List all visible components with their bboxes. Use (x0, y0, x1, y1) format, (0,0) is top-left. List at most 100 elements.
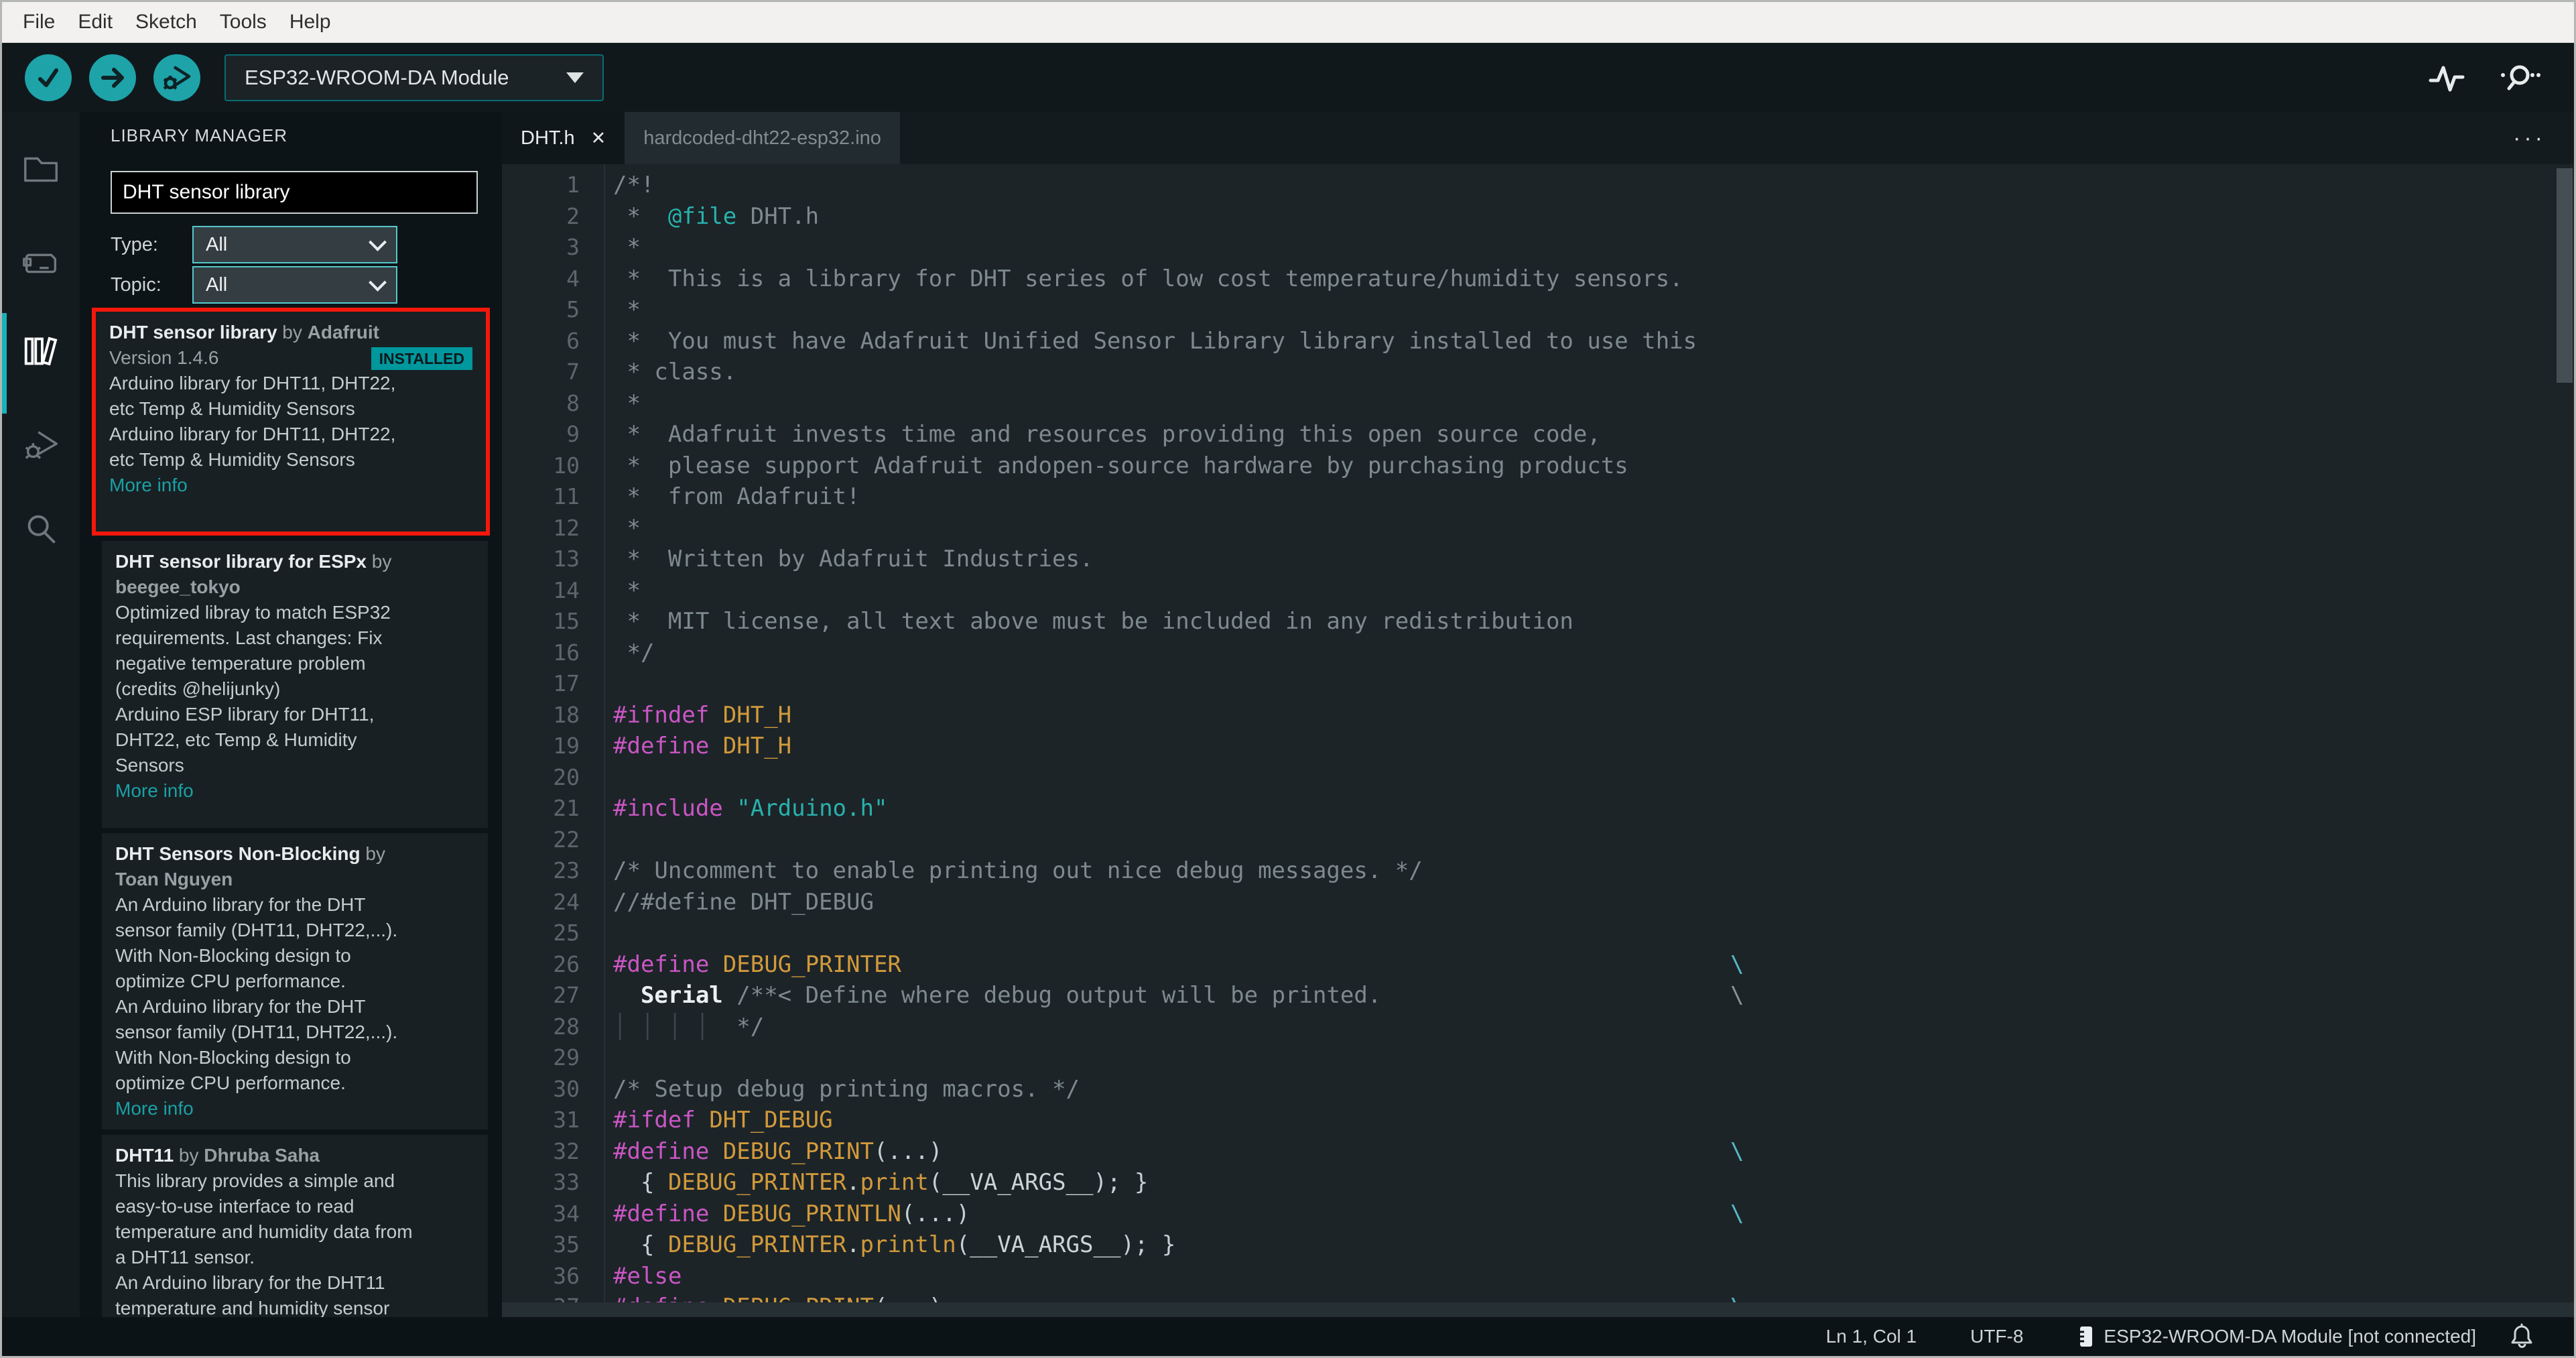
code-line[interactable]: * This is a library for DHT series of lo… (613, 263, 2554, 295)
library-description-line: etc Temp & Humidity Sensors (109, 398, 355, 419)
line-number: 25 (553, 920, 580, 946)
code-line[interactable]: * from Adafruit! (613, 481, 2554, 513)
vertical-scrollbar-thumb[interactable] (2557, 168, 2573, 383)
code-line[interactable] (613, 824, 2554, 856)
code-line[interactable]: * (613, 388, 2554, 420)
panel-title: LIBRARY MANAGER (111, 125, 288, 145)
line-number: 19 (553, 733, 580, 759)
code-line[interactable]: { DEBUG_PRINTER.println(__VA_ARGS__); } (613, 1229, 2554, 1261)
line-number: 12 (553, 514, 580, 541)
library-search-input[interactable]: DHT sensor library (111, 171, 478, 214)
library-entry[interactable]: DHT11 by Dhruba Saha This library provide… (102, 1135, 488, 1317)
library-description-line: Sensors (115, 755, 184, 776)
code-line[interactable]: //#define DHT_DEBUG (613, 887, 2554, 918)
type-filter-value: All (206, 233, 228, 255)
library-entry[interactable]: DHT sensor library by Adafruit Version 1.… (96, 312, 486, 532)
debug-icon (161, 62, 193, 94)
menu-item-help[interactable]: Help (278, 11, 342, 34)
code-line[interactable]: * Written by Adafruit Industries. (613, 544, 2554, 575)
line-number: 33 (553, 1169, 580, 1195)
code-area[interactable]: 1 2 3 4 5 6 7 8 9 10 11 12 13 14 15 16 17 18 19 20 21 22 23 24 2… (502, 164, 2574, 1302)
code-line[interactable]: /*! (613, 170, 2554, 201)
code-line[interactable]: Serial /**< Define where debug output wi… (613, 980, 2554, 1011)
sidebar-item-boards-manager[interactable] (2, 226, 80, 300)
by-label: by (367, 551, 392, 572)
code-line[interactable]: */ (613, 637, 2554, 669)
more-info-link[interactable]: More info (115, 1096, 474, 1121)
code-line[interactable]: * (613, 575, 2554, 607)
code-line[interactable]: * @file DHT.h (613, 201, 2554, 233)
library-version: Version 1.4.6 INSTALLED (109, 345, 472, 371)
code-line[interactable]: /* Uncomment to enable printing out nice… (613, 855, 2554, 887)
verify-button[interactable] (25, 54, 72, 101)
tab-dht-h[interactable]: DHT.h ✕ (502, 112, 625, 164)
menu-item-sketch[interactable]: Sketch (124, 11, 208, 34)
code-line[interactable]: #define DEBUG_PRINT(...)\ (613, 1292, 2554, 1302)
line-number: 31 (553, 1107, 580, 1133)
close-icon[interactable]: ✕ (591, 128, 606, 149)
code-line[interactable]: /* Setup debug printing macros. */ (613, 1074, 2554, 1105)
line-number: 20 (553, 763, 580, 790)
code-line[interactable]: * MIT license, all text above must be in… (613, 606, 2554, 637)
library-author: Dhruba Saha (204, 1145, 320, 1166)
line-number: 29 (553, 1044, 580, 1070)
code-line[interactable]: #define DEBUG_PRINTER \ (613, 949, 2554, 981)
tab-bar: DHT.h ✕ hardcoded-dht22-esp32.ino ··· (502, 112, 2574, 164)
more-info-link[interactable]: More info (109, 473, 472, 498)
more-info-link[interactable]: More info (115, 778, 474, 804)
code-line[interactable] (613, 668, 2554, 700)
code-line[interactable]: #ifdef DHT_DEBUG (613, 1105, 2554, 1136)
sidebar-item-search[interactable] (2, 493, 80, 566)
menu-item-file[interactable]: File (11, 11, 66, 34)
encoding[interactable]: UTF-8 (1970, 1326, 2023, 1347)
board-selector[interactable]: ESP32-WROOM-DA Module (224, 54, 604, 101)
horizontal-scrollbar-track[interactable] (502, 1302, 2574, 1317)
menu-item-edit[interactable]: Edit (66, 11, 124, 34)
code-line[interactable]: * (613, 513, 2554, 544)
code-line[interactable]: { DEBUG_PRINTER.print(__VA_ARGS__); } (613, 1167, 2554, 1198)
type-filter-select[interactable]: All (192, 226, 397, 263)
sidebar-item-debug[interactable] (2, 408, 80, 482)
code-line[interactable]: │ │ │ │ */ (613, 1011, 2554, 1043)
library-description-line: With Non-Blocking design to (115, 945, 351, 966)
code-line[interactable]: #ifndef DHT_H (613, 700, 2554, 731)
code-line[interactable]: #define DHT_H (613, 731, 2554, 762)
code-line[interactable] (613, 762, 2554, 794)
line-number: 14 (553, 576, 580, 603)
upload-button[interactable] (89, 54, 136, 101)
tab-hardcoded-dht22-esp32-ino[interactable]: hardcoded-dht22-esp32.ino (625, 112, 900, 164)
library-entry[interactable]: DHT sensor library for ESPx by beegee_to… (102, 541, 488, 828)
topic-filter-select[interactable]: All (192, 266, 397, 304)
serial-monitor-icon[interactable] (2498, 59, 2542, 97)
code-line[interactable]: * You must have Adafruit Unified Sensor … (613, 326, 2554, 357)
code-line[interactable] (613, 918, 2554, 949)
serial-plotter-icon[interactable] (2427, 59, 2467, 97)
notification-bell-icon[interactable] (2510, 1323, 2534, 1350)
library-author: beegee_tokyo (115, 576, 241, 597)
library-entry[interactable]: DHT Sensors Non-Blocking by Toan Nguyen A… (102, 833, 488, 1129)
code-line[interactable]: #include "Arduino.h" (613, 793, 2554, 824)
sidebar-item-library-manager[interactable] (2, 314, 80, 388)
library-description-line: An Arduino library for the DHT11 (115, 1272, 385, 1293)
code-line[interactable]: * class. (613, 357, 2554, 388)
code-line[interactable]: * please support Adafruit andopen-source… (613, 450, 2554, 482)
menu-item-tools[interactable]: Tools (208, 11, 278, 34)
cursor-position[interactable]: Ln 1, Col 1 (1826, 1326, 1917, 1347)
code-line[interactable]: #define DEBUG_PRINT(...)\ (613, 1136, 2554, 1168)
debug-button[interactable] (153, 54, 200, 101)
line-number: 28 (553, 1013, 580, 1040)
code-line[interactable]: * (613, 232, 2554, 263)
code-line[interactable]: * Adafruit invests time and resources pr… (613, 419, 2554, 450)
code-line[interactable]: #else (613, 1261, 2554, 1292)
library-description-line: This library provides a simple and (115, 1170, 395, 1191)
line-number: 4 (566, 265, 580, 292)
code-content[interactable]: /*! * @file DHT.h * * This is a library … (613, 170, 2554, 1302)
code-line[interactable] (613, 1042, 2554, 1074)
code-line[interactable]: #define DEBUG_PRINTLN(...) \ (613, 1198, 2554, 1230)
sidebar-item-sketchbook[interactable] (2, 132, 80, 206)
overflow-menu-icon[interactable]: ··· (2513, 125, 2574, 151)
board-status[interactable]: ESP32-WROOM-DA Module [not connected] (2077, 1324, 2476, 1349)
code-line[interactable]: * (613, 294, 2554, 326)
library-author: Toan Nguyen (115, 869, 233, 889)
line-number: 18 (553, 701, 580, 728)
